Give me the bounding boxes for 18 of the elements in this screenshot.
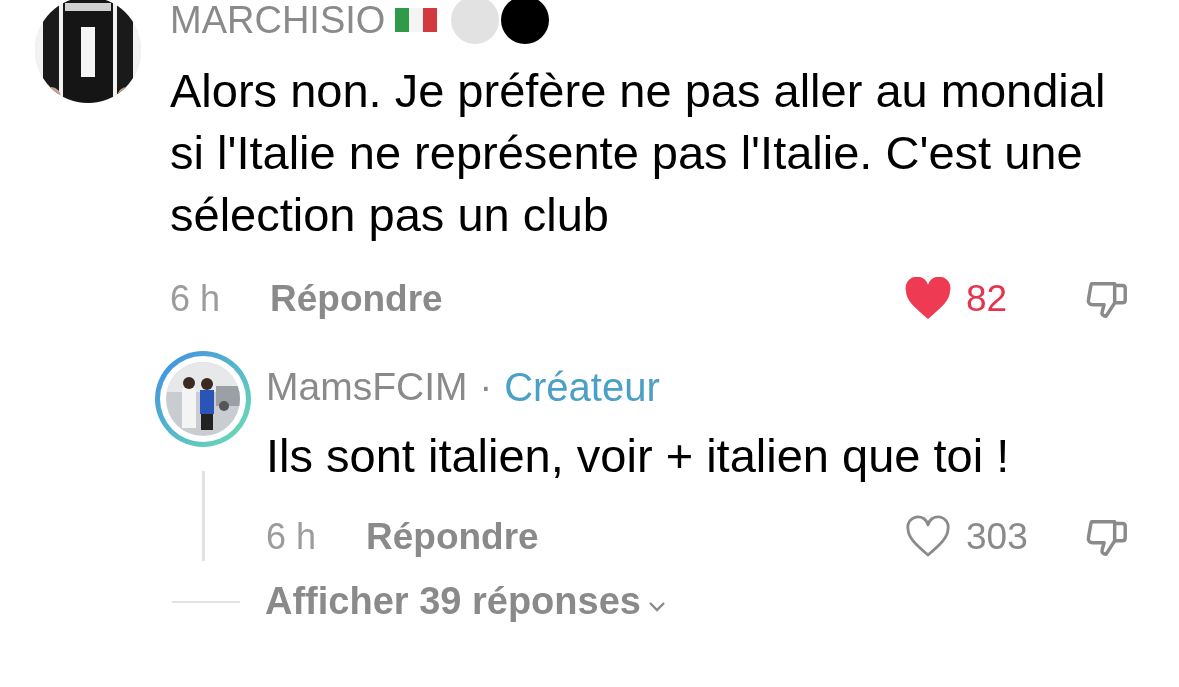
circles-icon [451, 0, 552, 45]
view-replies-link[interactable]: Afficher 39 réponses [265, 580, 667, 623]
flag-icon [395, 6, 438, 34]
heart-icon[interactable] [904, 277, 952, 321]
heart-icon[interactable] [904, 515, 952, 559]
username[interactable]: MamsFCIM [266, 364, 468, 410]
timestamp: 6 h [266, 516, 318, 558]
like-count: 82 [966, 278, 1008, 320]
reply-text: Ils sont italien, voir + italien que toi ! [266, 428, 1011, 484]
reply-link[interactable]: Répondre [366, 516, 539, 558]
creator-label: Créateur [504, 364, 660, 410]
separator: · [479, 365, 493, 409]
like-count: 303 [966, 516, 1028, 558]
timestamp: 6 h [170, 278, 222, 320]
comment-text: Alors non. Je préfère ne pas aller au mondial si l'Italie ne représente pas l'Italie. C'est une sélection pas un club [170, 63, 1107, 243]
username[interactable]: MARCHISIO [170, 0, 386, 43]
reply-link[interactable]: Répondre [270, 278, 443, 320]
chevron-icon [646, 600, 667, 614]
